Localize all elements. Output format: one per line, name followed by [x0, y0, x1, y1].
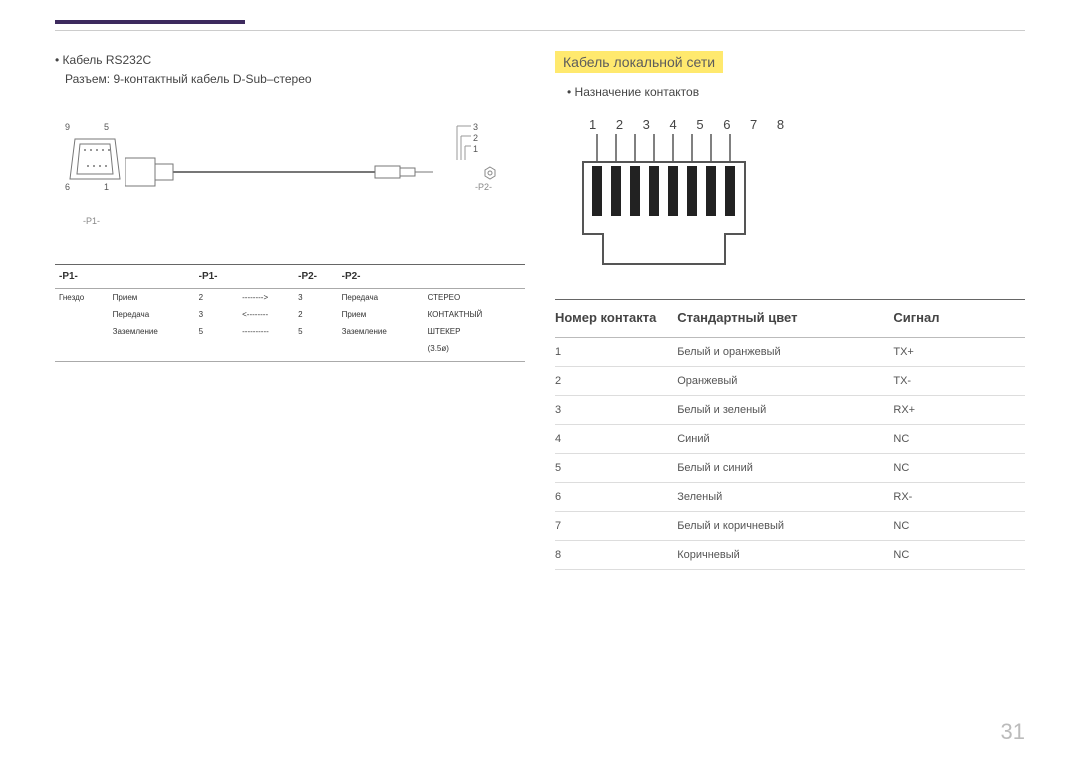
cell: Оранжевый: [677, 367, 893, 396]
cable-drawing: [125, 152, 435, 192]
cell: 5: [195, 323, 239, 340]
cell: Заземление: [109, 323, 195, 340]
cell: -------->: [238, 289, 294, 307]
cell: Гнездо: [55, 289, 109, 307]
cell: RX+: [893, 396, 1025, 425]
cell: Прием: [338, 306, 424, 323]
lan-pinout-table: Номер контакта Стандартный цвет Сигнал 1…: [555, 299, 1025, 570]
p1-diagram-label: -P1-: [83, 216, 100, 226]
cell: 8: [555, 541, 677, 570]
cell: <--------: [238, 306, 294, 323]
th-pin-num: Номер контакта: [555, 300, 677, 338]
rj45-icon: [575, 134, 775, 274]
connector-desc: Разъем: 9-контактный кабель D-Sub–стерео: [65, 72, 525, 86]
cell: [55, 323, 109, 340]
cell: 5: [294, 323, 338, 340]
rj45-diagram: 1 2 3 4 5 6 7 8: [575, 117, 1025, 274]
jack-leader-lines: [435, 124, 475, 160]
cell: Белый и зеленый: [677, 396, 893, 425]
lan-section-title: Кабель локальной сети: [555, 51, 723, 73]
cell: ШТЕКЕР: [424, 323, 525, 340]
p2-diagram-label: -P2-: [475, 182, 492, 192]
cell: TX+: [893, 338, 1025, 367]
cell: Прием: [109, 289, 195, 307]
cell: Передача: [338, 289, 424, 307]
cable-diagram: 95 61: [55, 104, 525, 244]
cell: СТЕРЕО: [424, 289, 525, 307]
header-rule: [55, 30, 1025, 31]
cell: Белый и коричневый: [677, 512, 893, 541]
th-p2b: -P2-: [338, 265, 525, 289]
cell: NC: [893, 512, 1025, 541]
cell: TX-: [893, 367, 1025, 396]
dsub-icon: [65, 134, 125, 204]
cell: КОНТАКТНЫЙ: [424, 306, 525, 323]
th-p1a: -P1-: [55, 265, 195, 289]
cell: NC: [893, 425, 1025, 454]
lan-tbody: 1Белый и оранжевыйTX+ 2ОранжевыйTX- 3Бел…: [555, 338, 1025, 570]
lan-bullet: Назначение контактов: [567, 83, 1025, 102]
page-number: 31: [1001, 719, 1025, 745]
cell: 3: [555, 396, 677, 425]
th-color: Стандартный цвет: [677, 300, 893, 338]
cell: 3: [294, 289, 338, 307]
cell: (3.5ø): [424, 340, 525, 361]
header-accent-bar: [55, 20, 245, 24]
cell: Зеленый: [677, 483, 893, 512]
cell: Синий: [677, 425, 893, 454]
cell: 4: [555, 425, 677, 454]
dsub-num-9: 9: [65, 122, 70, 132]
cell: ----------: [238, 323, 294, 340]
cell: Передача: [109, 306, 195, 323]
dsub-num-5: 5: [104, 122, 109, 132]
cell: 7: [555, 512, 677, 541]
rj45-pin-numbers: 1 2 3 4 5 6 7 8: [589, 117, 1025, 132]
cell: [55, 306, 109, 323]
cell: 2: [294, 306, 338, 323]
th-p2a: -P2-: [294, 265, 338, 289]
cell: 6: [555, 483, 677, 512]
cell: Белый и оранжевый: [677, 338, 893, 367]
cell: 1: [555, 338, 677, 367]
cell: Белый и синий: [677, 454, 893, 483]
cell: NC: [893, 454, 1025, 483]
cell: 2: [195, 289, 239, 307]
th-signal: Сигнал: [893, 300, 1025, 338]
hex-icon: [483, 166, 497, 180]
rs232-title: Кабель RS232C: [55, 51, 525, 70]
cell: 5: [555, 454, 677, 483]
left-column: Кабель RS232C Разъем: 9-контактный кабел…: [55, 51, 525, 570]
right-column: Кабель локальной сети Назначение контакт…: [555, 51, 1025, 570]
rs232-pinout-table: -P1- -P1- -P2- -P2- Гнездо Прием 2 -----…: [55, 264, 525, 361]
rs232-tbody: Гнездо Прием 2 --------> 3 Передача СТЕР…: [55, 289, 525, 362]
cell: RX-: [893, 483, 1025, 512]
cell: 3: [195, 306, 239, 323]
cell: Коричневый: [677, 541, 893, 570]
cell: Заземление: [338, 323, 424, 340]
cell: NC: [893, 541, 1025, 570]
th-p1b: -P1-: [195, 265, 239, 289]
cell: 2: [555, 367, 677, 396]
